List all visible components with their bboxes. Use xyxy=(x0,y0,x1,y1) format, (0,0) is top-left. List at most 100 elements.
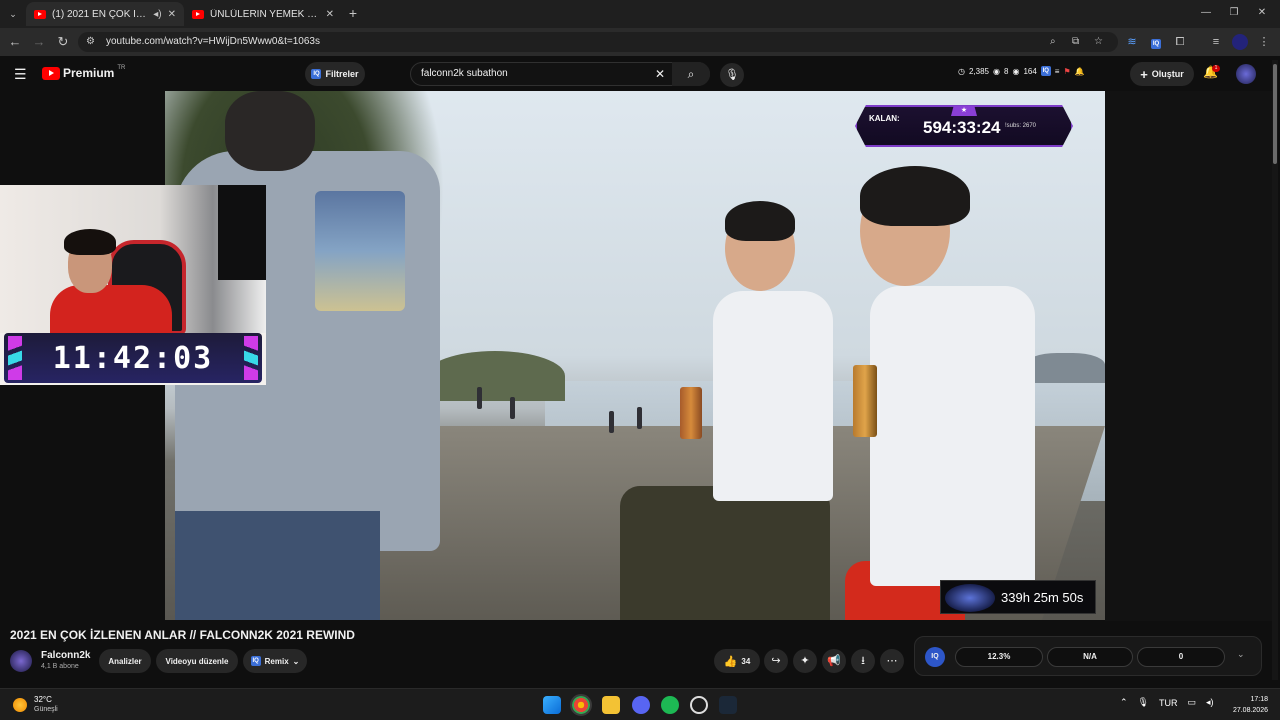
tab-second-video[interactable]: ÜNLÜLERİN YEMEK KURYESİ OL ✕ xyxy=(184,2,342,26)
subscriber-count: 4,1 B abone xyxy=(41,663,79,670)
language-indicator[interactable]: TUR xyxy=(1159,698,1178,708)
close-tab-icon[interactable]: ✕ xyxy=(168,9,176,20)
volume-icon[interactable]: ◂) xyxy=(1206,697,1214,708)
mic-tray-icon[interactable]: 🎙 xyxy=(1138,697,1149,708)
download-button[interactable]: ⭳ xyxy=(851,649,875,673)
install-icon[interactable]: ⧉ xyxy=(1072,32,1079,52)
network-icon[interactable]: ▭ xyxy=(1187,697,1196,708)
analytics-button[interactable]: Analizler xyxy=(99,649,151,673)
list-icon[interactable]: ≡ xyxy=(1055,67,1060,76)
extension-iq-icon[interactable]: IQ xyxy=(1148,34,1164,50)
steam-icon[interactable] xyxy=(719,696,737,714)
remix-label: Remix xyxy=(264,656,289,666)
more-icon: ⋯ xyxy=(886,655,898,667)
drink-can xyxy=(853,365,877,437)
chrome-icon[interactable] xyxy=(570,694,592,716)
tab-title: (1) 2021 EN ÇOK İZLENEN A xyxy=(52,8,148,20)
person-middle-pants xyxy=(620,486,830,620)
chevron-down-icon: ⌄ xyxy=(292,656,300,666)
create-button[interactable]: + Oluştur xyxy=(1130,62,1194,86)
notify-icon[interactable]: 🔔 xyxy=(1075,67,1085,76)
tray-overflow-icon[interactable]: ⌃ xyxy=(1120,697,1128,708)
close-window-icon[interactable]: ✕ xyxy=(1254,5,1270,21)
kalan-label: KALAN: xyxy=(869,114,900,123)
system-tray: ⌃ 🎙 TUR ▭ ◂) xyxy=(1120,697,1214,708)
reload-icon[interactable]: ↻ xyxy=(55,34,71,50)
scrollbar-thumb[interactable] xyxy=(1273,64,1277,164)
analytics-label: Analizler xyxy=(108,656,142,666)
file-explorer-icon[interactable] xyxy=(602,696,620,714)
sparkle-icon: ✦ xyxy=(800,655,810,667)
more-actions-button[interactable]: ⋯ xyxy=(880,649,904,673)
hamburger-menu-icon[interactable]: ☰ xyxy=(14,66,27,83)
channel-name[interactable]: Falconn2k xyxy=(41,650,90,661)
minimize-icon[interactable]: — xyxy=(1198,5,1214,21)
kalan-time: 594:33:24 xyxy=(923,118,1001,137)
chrome-menu-icon[interactable]: ⋮ xyxy=(1256,34,1272,50)
sun-icon[interactable] xyxy=(13,698,27,712)
subathon-timer-overlay: ★ KALAN: 594:33:24 !subs: 2670 xyxy=(855,105,1073,147)
new-tab-icon[interactable]: + xyxy=(345,5,361,21)
search-icon: ⌕ xyxy=(687,67,695,81)
create-label: Oluştur xyxy=(1151,69,1184,79)
channel-avatar[interactable] xyxy=(10,650,32,672)
iq-icon: IQ xyxy=(311,69,322,79)
pin-icon[interactable]: ⚑ xyxy=(1063,67,1070,76)
address-bar-row: ← → ↻ ⚙ youtube.com/watch?v=HWijDn5Www0&… xyxy=(0,28,1280,56)
search-input[interactable]: falconn2k subathon ✕ xyxy=(410,62,710,86)
eye-icon: ◉ xyxy=(993,66,1000,76)
bookmark-star-icon[interactable]: ☆ xyxy=(1094,32,1103,52)
taskbar-clock[interactable]: 17:18 27.08.2026 xyxy=(1228,694,1268,716)
like-count: 34 xyxy=(741,656,751,666)
filters-label: Filtreler xyxy=(325,69,359,79)
filters-button[interactable]: IQ Filtreler xyxy=(305,62,365,86)
zoom-icon[interactable]: ⌕ xyxy=(1050,32,1056,52)
chevron-down-icon[interactable]: ⌄ xyxy=(1237,649,1245,660)
iq-logo-icon[interactable]: IQ xyxy=(925,647,945,667)
forward-icon[interactable]: → xyxy=(31,34,47,50)
discord-icon[interactable] xyxy=(632,696,650,714)
streamer-hair xyxy=(64,229,116,255)
voice-search-button[interactable]: 🎙 xyxy=(720,63,744,87)
youtube-favicon-icon xyxy=(192,9,204,19)
edit-video-button[interactable]: Videoyu düzenle xyxy=(156,649,238,673)
back-icon[interactable]: ← xyxy=(7,34,23,50)
tab-title: ÜNLÜLERİN YEMEK KURYESİ OL xyxy=(210,8,320,20)
site-info-icon[interactable]: ⚙ xyxy=(86,32,95,52)
search-button[interactable]: ⌕ xyxy=(672,62,710,86)
account-avatar[interactable] xyxy=(1236,64,1256,84)
iq-stats-panel: IQ 12.3% N/A 0 ⌄ xyxy=(914,636,1262,676)
uptime-overlay: 339h 25m 50s xyxy=(940,580,1096,614)
promote-button[interactable]: 📢 xyxy=(822,649,846,673)
speaker-icon[interactable]: ◂) xyxy=(153,9,161,20)
tab-youtube-video[interactable]: (1) 2021 EN ÇOK İZLENEN A ◂) ✕ xyxy=(26,2,184,26)
youtube-header: ☰ Premium TR IQ Filtreler falconn2k suba… xyxy=(0,56,1280,92)
start-windows-icon[interactable] xyxy=(543,696,561,714)
video-player[interactable]: ★ KALAN: 594:33:24 !subs: 2670 339h 25m … xyxy=(165,91,1105,620)
extensions-puzzle-icon[interactable]: ⧠ xyxy=(1172,34,1188,50)
tab-list-icon[interactable]: ⌄ xyxy=(5,6,21,22)
temperature: 32°C xyxy=(34,695,52,704)
obs-icon[interactable] xyxy=(690,696,708,714)
streamer-shirt xyxy=(50,285,172,333)
share-icon: ↪ xyxy=(771,655,781,667)
spotify-icon[interactable] xyxy=(661,696,679,714)
ask-button[interactable]: ✦ xyxy=(793,649,817,673)
like-button[interactable]: 👍 34 xyxy=(714,649,760,673)
share-button[interactable]: ↪ xyxy=(764,649,788,673)
url-field[interactable]: ⚙ youtube.com/watch?v=HWijDn5Www0&t=1063… xyxy=(78,32,1118,52)
extension-wave-icon[interactable]: ≋ xyxy=(1124,34,1140,50)
profile-avatar-icon[interactable] xyxy=(1232,34,1248,50)
reading-list-icon[interactable]: ≡ xyxy=(1208,34,1224,50)
restore-icon[interactable]: ❐ xyxy=(1226,5,1242,21)
remix-button[interactable]: IQ Remix ⌄ xyxy=(243,649,307,673)
clock-icon: ◷ xyxy=(958,66,965,76)
close-tab-icon[interactable]: ✕ xyxy=(326,9,334,20)
clear-search-icon[interactable]: ✕ xyxy=(655,63,665,85)
iq-icon[interactable]: IQ xyxy=(1040,66,1051,76)
stream-clock: 11:42:03 xyxy=(4,333,262,383)
youtube-logo[interactable]: Premium TR xyxy=(42,65,125,80)
clock-date: 27.08.2026 xyxy=(1232,707,1268,714)
side-panel xyxy=(1105,91,1273,621)
stat-c: 164 xyxy=(1023,66,1037,76)
